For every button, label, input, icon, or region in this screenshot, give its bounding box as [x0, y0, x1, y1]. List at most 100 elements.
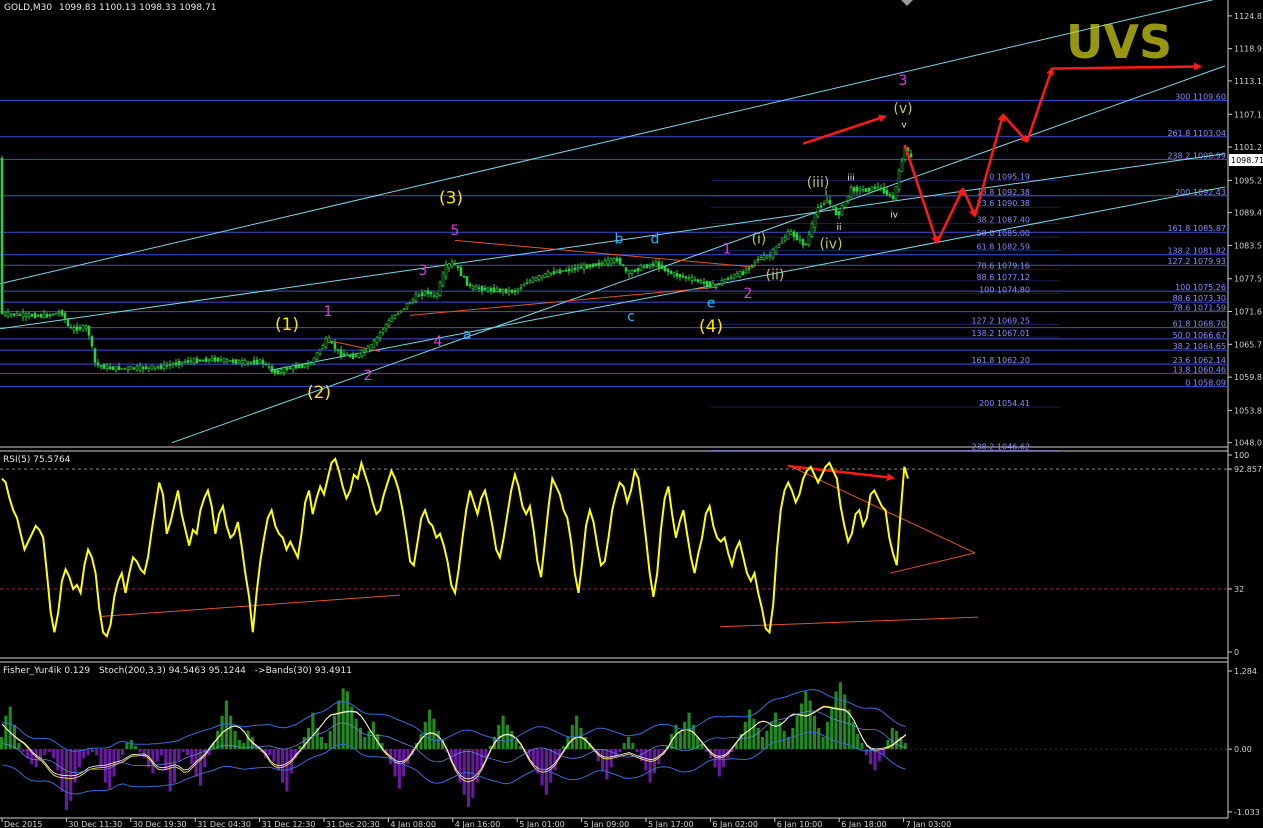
fisher-bar: [752, 718, 756, 750]
candle-body: [93, 348, 97, 363]
candle-body: [477, 287, 481, 289]
candle-body: [744, 269, 748, 274]
candle-body: [519, 287, 523, 289]
time-axis-label: Dec 2015: [4, 820, 42, 828]
fisher-bar: [103, 749, 107, 783]
fisher-axis-label: -1.033: [1234, 808, 1260, 817]
candle-body: [423, 290, 427, 296]
fisher-bar: [717, 749, 721, 777]
candle-body: [786, 230, 790, 240]
fib-level-label: 138.2 1067.01: [971, 329, 1030, 338]
fisher-bar: [756, 727, 760, 750]
fisher-bar: [345, 691, 350, 750]
price-axis-label: 1059.8: [1234, 373, 1262, 382]
fib-level-label: 0 1058.09: [1185, 379, 1226, 388]
candle-body: [621, 264, 625, 266]
candle-body: [279, 369, 283, 373]
ohlc-label: 1099.83 1100.13 1098.33 1098.71: [59, 3, 216, 13]
fib-level-label: 300 1109.60: [1175, 92, 1226, 101]
candle-body: [825, 199, 829, 204]
candle-body: [9, 313, 13, 316]
candle-body: [846, 196, 850, 201]
price-axis-label: 1124.8: [1234, 12, 1262, 21]
fisher-bar: [99, 749, 103, 768]
candle-body: [270, 366, 274, 373]
candle-body: [624, 267, 628, 272]
candle-body: [336, 349, 340, 351]
candle-body: [612, 258, 616, 263]
candle-body: [66, 319, 70, 327]
candle-body: [573, 267, 577, 271]
candle-body: [870, 186, 874, 192]
candle-body: [462, 275, 466, 278]
wave-label: 4: [434, 334, 443, 350]
candle-body: [72, 327, 76, 331]
chart-background: [0, 0, 1263, 828]
price-axis-label: 1065.7: [1234, 340, 1262, 349]
candle-body: [885, 190, 889, 196]
fib-level-label: 61.8 1068.70: [1173, 320, 1226, 329]
candle-body: [597, 262, 601, 266]
candle-body: [798, 238, 802, 241]
fisher-bar: [324, 743, 328, 750]
wave-label: 1: [723, 242, 732, 258]
candle-body: [408, 302, 412, 305]
candle-body: [570, 268, 574, 271]
candle-body: [489, 288, 493, 292]
fisher-bar: [0, 736, 4, 750]
candle-body: [873, 186, 877, 189]
candle-body: [531, 277, 535, 283]
candle-body: [3, 312, 7, 316]
fisher-bar: [760, 736, 765, 750]
wave-label: iv: [890, 211, 899, 221]
candle-body: [219, 359, 223, 361]
candle-body: [87, 325, 91, 336]
fisher-bar: [821, 736, 825, 750]
candle-body: [429, 292, 433, 295]
fisher-bar: [125, 743, 129, 750]
price-axis-label: 1048.0: [1234, 439, 1262, 448]
candle-body: [606, 259, 610, 265]
candle-body: [615, 258, 619, 262]
candle-body: [162, 364, 166, 369]
candle-body: [867, 187, 871, 192]
fisher-bar: [648, 749, 652, 783]
candle-body: [453, 263, 457, 265]
time-axis-label: 7 Jan 03:00: [906, 820, 952, 828]
candle-body: [657, 261, 661, 269]
time-axis-label: 31 Dec 04:30: [197, 820, 251, 828]
fib-level-label: 138.2 1081.82: [1167, 247, 1226, 256]
candle-body: [18, 314, 22, 316]
fisher-axis-label: 0.00: [1234, 745, 1252, 754]
candle-body: [411, 299, 415, 303]
candle-body: [546, 271, 550, 277]
candle-body: [633, 269, 637, 273]
candle-body: [861, 189, 865, 192]
candle-body: [96, 362, 100, 366]
candle-body: [420, 292, 424, 297]
wave-label: i: [825, 188, 828, 198]
candle-body: [222, 358, 226, 363]
trading-chart[interactable]: 300 1109.60261.8 1103.04238.2 1098.99200…: [0, 0, 1263, 828]
wave-label: 3: [419, 263, 428, 279]
candle-body: [741, 271, 745, 275]
fisher-bar: [367, 730, 371, 750]
candle-body: [483, 287, 487, 291]
candle-body: [636, 267, 640, 272]
candle-body: [768, 255, 772, 257]
fib-level-label: 78.6 1071.59: [1173, 304, 1226, 313]
candle-body: [243, 360, 247, 365]
candle-body: [156, 366, 160, 369]
candle-body: [549, 272, 553, 275]
fib-level-label: 88.6 1077.12: [977, 273, 1030, 282]
candle-body: [111, 366, 115, 370]
candle-body: [213, 357, 217, 362]
candle-body: [585, 264, 589, 269]
candle-body: [831, 205, 835, 208]
candle-body: [351, 353, 355, 360]
candle-body: [171, 363, 175, 366]
fisher-bar: [281, 749, 285, 783]
wave-label: (iv): [819, 237, 842, 253]
candle-body: [438, 282, 442, 296]
fisher-bar: [795, 715, 799, 750]
